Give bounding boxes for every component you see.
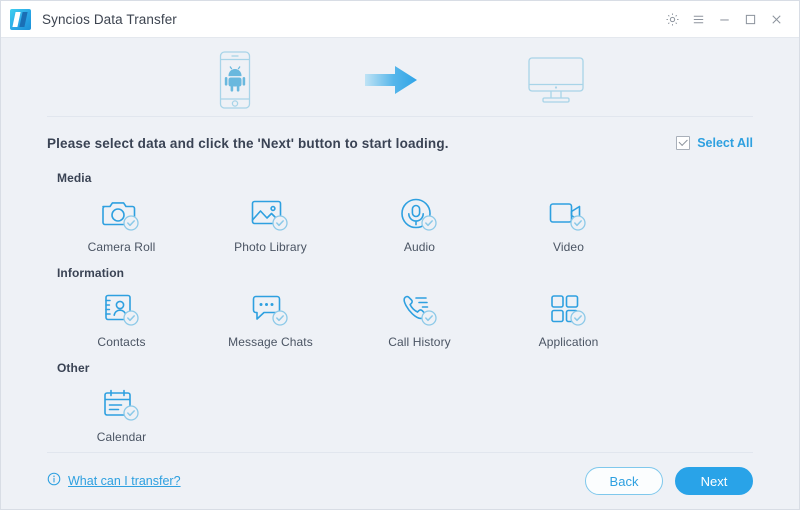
footer-bar: What can I transfer? Back Next bbox=[1, 453, 799, 509]
help-link-label: What can I transfer? bbox=[68, 474, 181, 488]
maximize-button[interactable] bbox=[737, 6, 763, 32]
section-title-other: Other bbox=[57, 361, 90, 375]
section-title-media: Media bbox=[57, 171, 92, 185]
data-item-label: Photo Library bbox=[234, 240, 307, 254]
chat-bubble-icon bbox=[248, 290, 294, 328]
app-grid-icon bbox=[546, 290, 592, 328]
section-items-other: Calendar bbox=[47, 379, 753, 444]
instruction-row: Please select data and click the 'Next' … bbox=[1, 117, 799, 169]
close-button[interactable] bbox=[763, 6, 789, 32]
data-item-label: Application bbox=[538, 335, 599, 349]
right-arrow-icon bbox=[363, 63, 419, 97]
data-item-audio[interactable]: Audio bbox=[345, 189, 494, 254]
menu-button[interactable] bbox=[685, 6, 711, 32]
app-title: Syncios Data Transfer bbox=[42, 11, 177, 27]
data-item-label: Camera Roll bbox=[87, 240, 156, 254]
data-item-message-chats[interactable]: Message Chats bbox=[196, 284, 345, 349]
settings-gear-button[interactable] bbox=[659, 6, 685, 32]
data-item-label: Call History bbox=[388, 335, 451, 349]
calendar-icon bbox=[99, 385, 145, 423]
contact-card-icon bbox=[99, 290, 145, 328]
info-icon bbox=[47, 472, 61, 491]
section-items-information: Contacts Message Chats Call History Appl… bbox=[47, 284, 753, 349]
data-item-label: Video bbox=[553, 240, 584, 254]
title-bar: Syncios Data Transfer bbox=[1, 1, 799, 38]
data-item-call-history[interactable]: Call History bbox=[345, 284, 494, 349]
select-all-control[interactable]: Select All bbox=[676, 136, 753, 150]
instruction-text: Please select data and click the 'Next' … bbox=[47, 135, 449, 151]
next-button[interactable]: Next bbox=[675, 467, 753, 495]
data-item-application[interactable]: Application bbox=[494, 284, 643, 349]
select-all-checkbox[interactable] bbox=[676, 136, 691, 150]
camera-icon bbox=[99, 195, 145, 233]
data-item-camera-roll[interactable]: Camera Roll bbox=[47, 189, 196, 254]
section-title-information: Information bbox=[57, 266, 125, 280]
data-item-contacts[interactable]: Contacts bbox=[47, 284, 196, 349]
phone-handset-icon bbox=[397, 290, 443, 328]
section-items-media: Camera Roll Photo Library Audio Video bbox=[47, 189, 753, 254]
data-item-label: Audio bbox=[403, 240, 436, 254]
video-camera-icon bbox=[546, 195, 592, 233]
transfer-direction-strip bbox=[1, 38, 799, 116]
minimize-button[interactable] bbox=[711, 6, 737, 32]
back-button[interactable]: Back bbox=[585, 467, 663, 495]
desktop-monitor-icon bbox=[527, 56, 585, 104]
data-item-calendar[interactable]: Calendar bbox=[47, 379, 196, 444]
android-phone-icon bbox=[215, 50, 255, 110]
data-item-video[interactable]: Video bbox=[494, 189, 643, 254]
data-item-photo-library[interactable]: Photo Library bbox=[196, 189, 345, 254]
select-all-label: Select All bbox=[697, 136, 753, 150]
app-window: Syncios Data Transfer Please select data… bbox=[0, 0, 800, 510]
data-item-label: Calendar bbox=[96, 430, 147, 444]
what-can-i-transfer-link[interactable]: What can I transfer? bbox=[47, 472, 181, 491]
photo-library-icon bbox=[248, 195, 294, 233]
data-item-label: Contacts bbox=[97, 335, 146, 349]
syncios-logo-icon bbox=[10, 8, 31, 30]
data-item-label: Message Chats bbox=[228, 335, 313, 349]
data-type-content: Media Camera Roll Photo Library Audio Vi… bbox=[1, 169, 799, 452]
microphone-icon bbox=[397, 195, 443, 233]
